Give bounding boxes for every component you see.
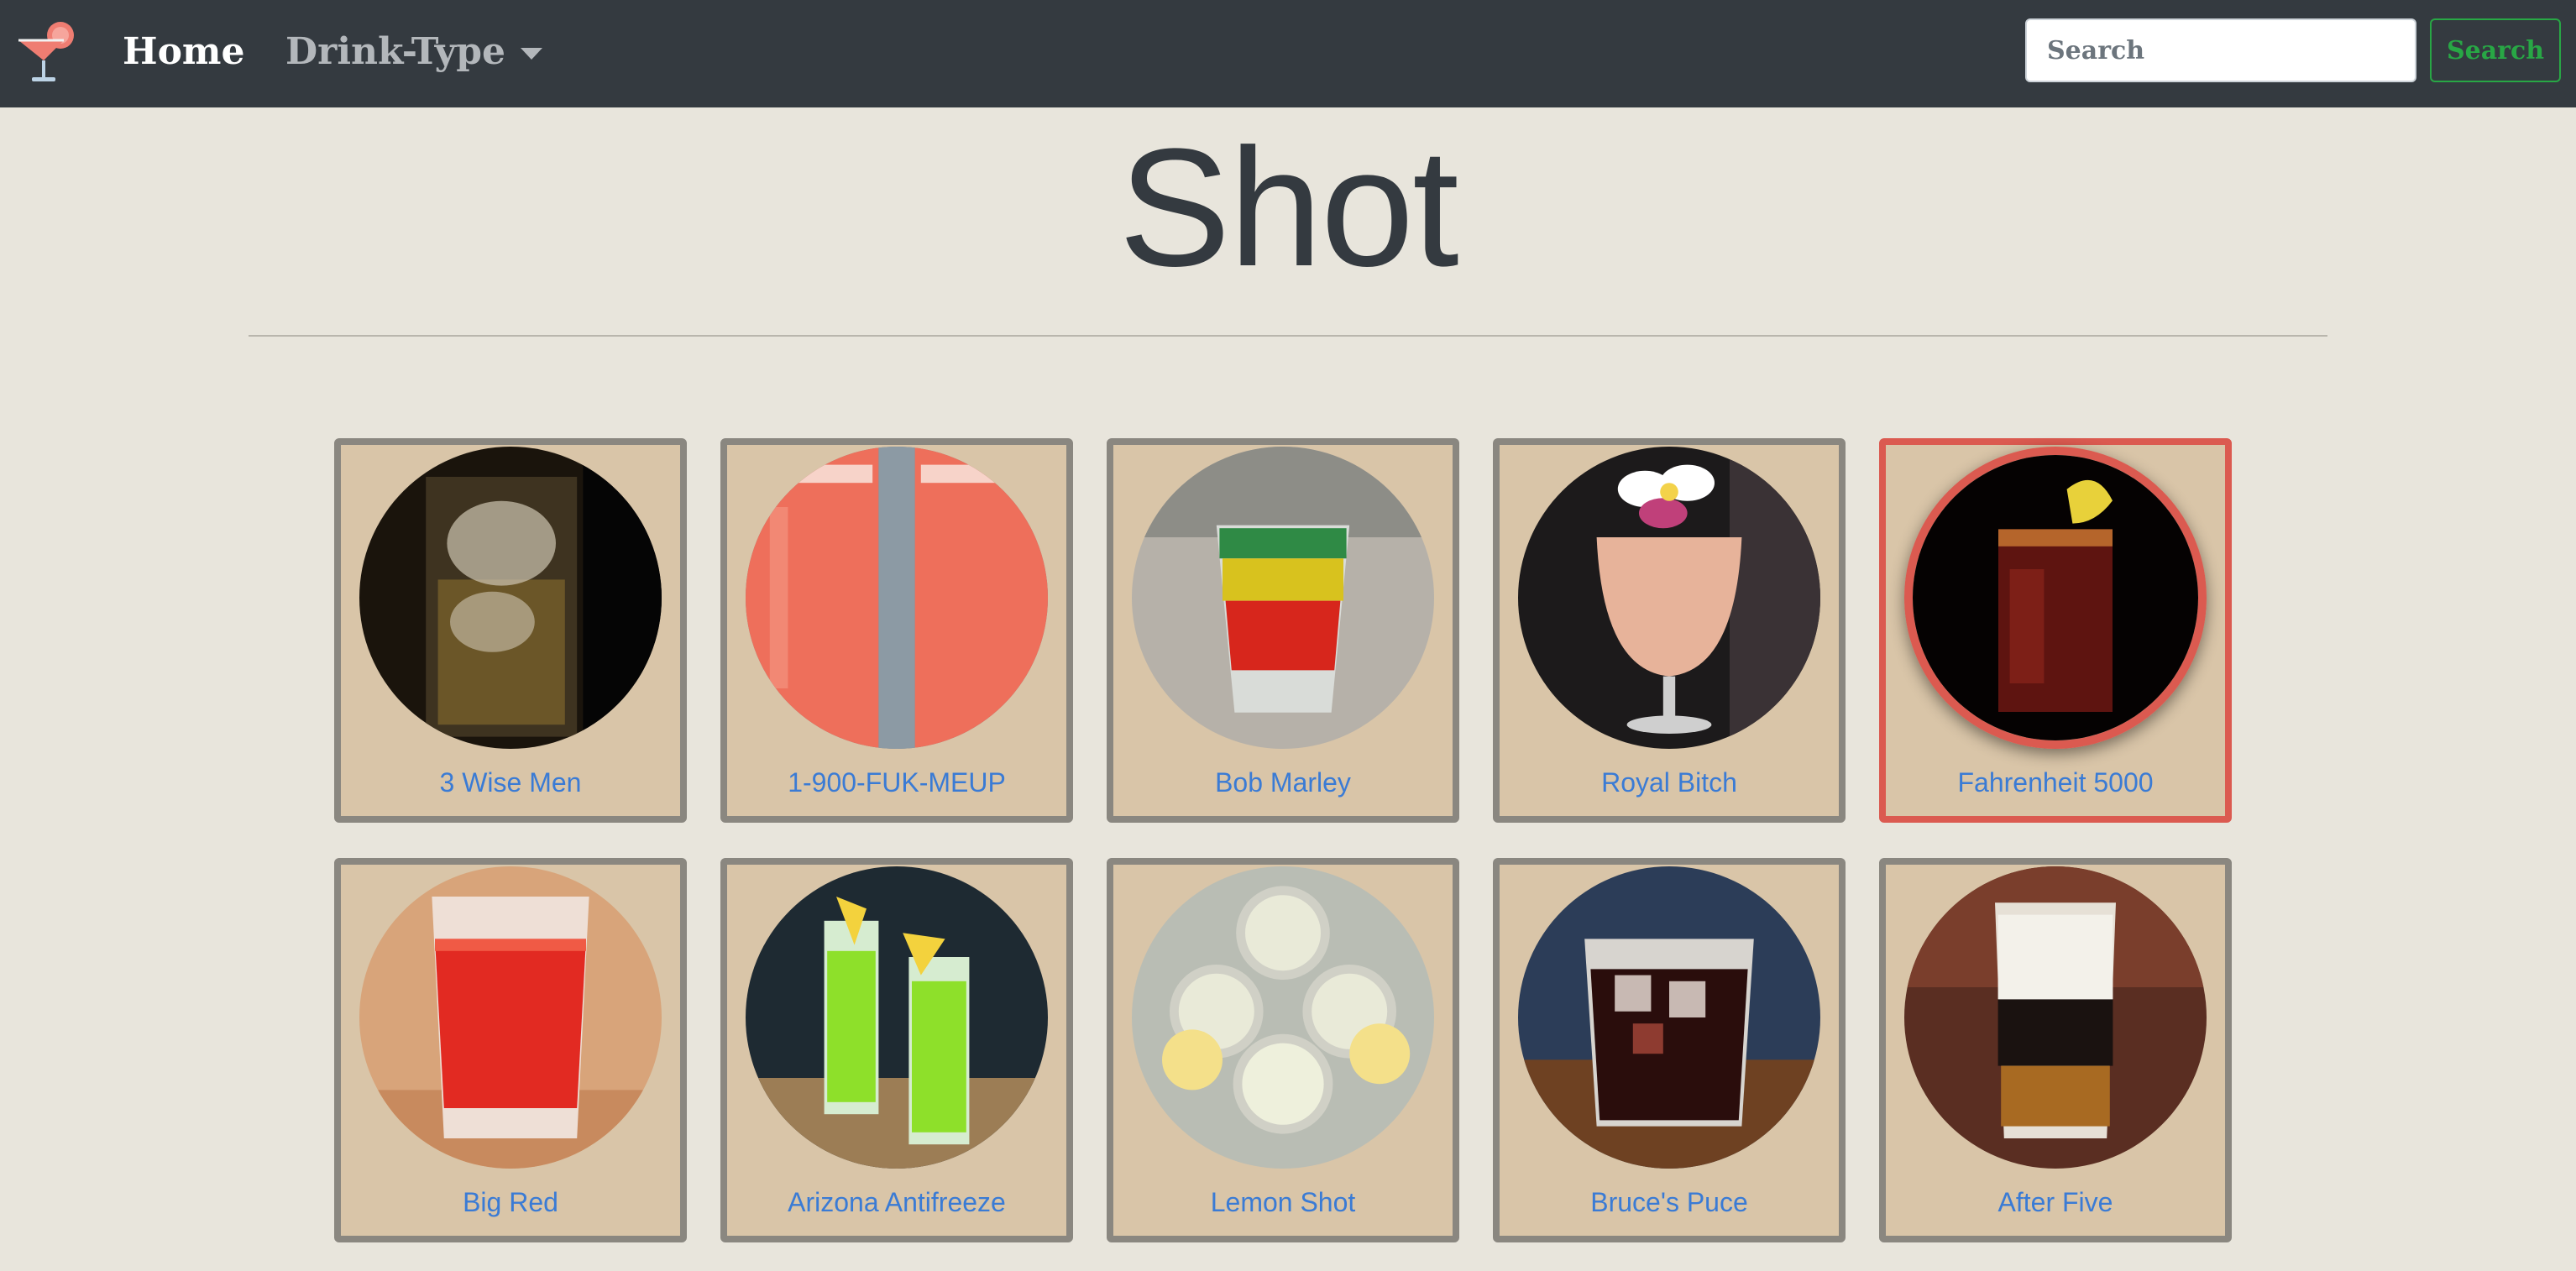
drink-image [1904, 447, 2207, 749]
drink-image [746, 447, 1048, 749]
drink-name-link[interactable]: 3 Wise Men [341, 767, 680, 798]
drink-image [746, 866, 1048, 1169]
drink-image [359, 866, 662, 1169]
drink-card[interactable]: After Five [1879, 858, 2232, 1242]
drink-card[interactable]: Bruce's Puce [1493, 858, 1846, 1242]
drink-type-label: Drink-Type [285, 30, 505, 73]
nav-home-link[interactable]: Home [123, 22, 244, 82]
drink-name-link[interactable]: Bob Marley [1113, 767, 1453, 798]
drink-image [1518, 866, 1820, 1169]
drink-name-link[interactable]: Lemon Shot [1113, 1187, 1453, 1218]
drink-card[interactable]: 3 Wise Men [334, 438, 687, 823]
drink-image [1518, 447, 1820, 749]
drink-image [1904, 866, 2207, 1169]
drink-name-link[interactable]: 1-900-FUK-MEUP [727, 767, 1066, 798]
drink-image [1132, 866, 1434, 1169]
navbar: Home Drink-Type Search [0, 0, 2576, 107]
drink-name-link[interactable]: Big Red [341, 1187, 680, 1218]
divider [249, 335, 2327, 337]
drink-card[interactable]: 1-900-FUK-MEUP [720, 438, 1073, 823]
drink-card[interactable]: Arizona Antifreeze [720, 858, 1073, 1242]
drink-card[interactable]: Lemon Shot [1107, 858, 1459, 1242]
chevron-down-icon [520, 48, 542, 60]
drink-name-link[interactable]: Arizona Antifreeze [727, 1187, 1066, 1218]
drink-name-link[interactable]: Bruce's Puce [1500, 1187, 1839, 1218]
drink-type-dropdown[interactable]: Drink-Type [285, 22, 542, 82]
drink-card[interactable]: Royal Bitch [1493, 438, 1846, 823]
drink-card[interactable]: Fahrenheit 5000 [1879, 438, 2232, 823]
page-title: Shot [1118, 114, 1458, 301]
drink-card[interactable]: Bob Marley [1107, 438, 1459, 823]
drink-image [359, 447, 662, 749]
search-input[interactable] [2025, 18, 2416, 82]
drink-image [1132, 447, 1434, 749]
drink-card[interactable]: Big Red [334, 858, 687, 1242]
cocktail-glass-icon[interactable] [13, 15, 84, 86]
drink-name-link[interactable]: Royal Bitch [1500, 767, 1839, 798]
drink-name-link[interactable]: After Five [1886, 1187, 2225, 1218]
search-button[interactable]: Search [2430, 18, 2561, 82]
drink-name-link[interactable]: Fahrenheit 5000 [1886, 767, 2225, 798]
